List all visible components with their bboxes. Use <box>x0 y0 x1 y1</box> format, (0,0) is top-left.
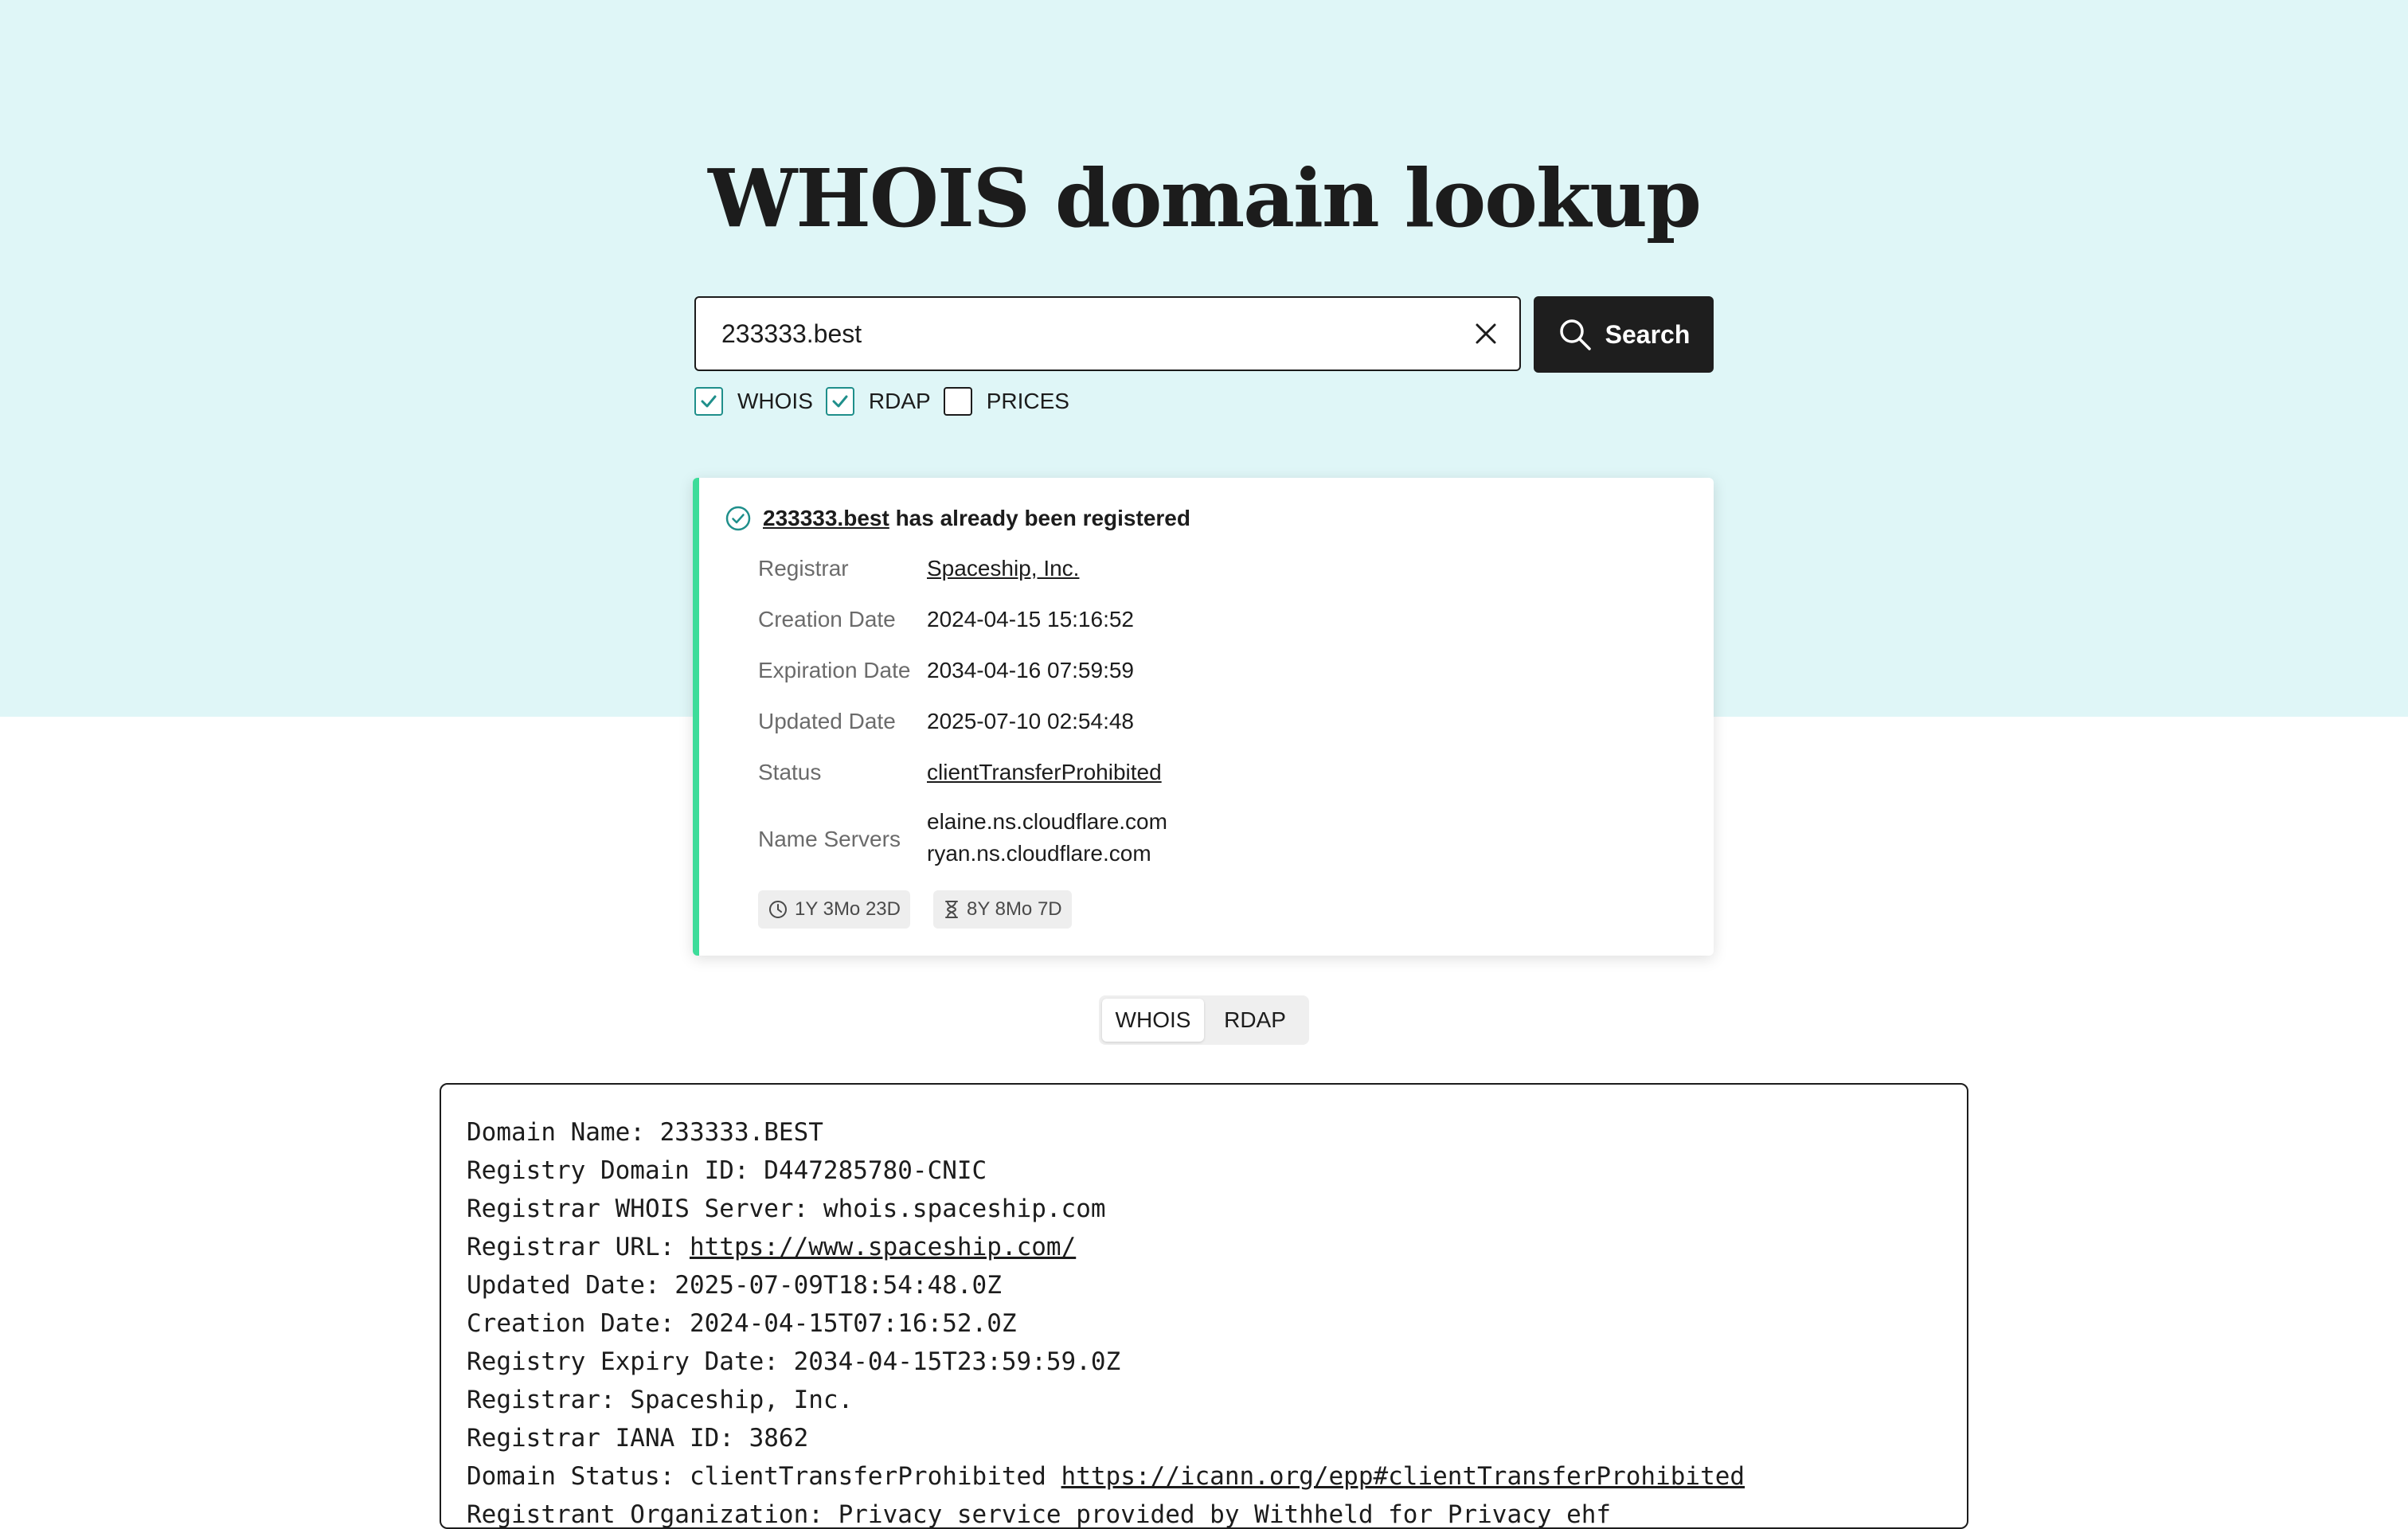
raw-line-text: Domain Name: 233333.BEST <box>467 1118 823 1147</box>
check-circle-icon <box>725 505 752 532</box>
search-button[interactable]: Search <box>1534 296 1714 373</box>
domain-link[interactable]: 233333.best <box>763 506 889 531</box>
hourglass-icon <box>945 901 958 918</box>
option-prices[interactable]: PRICES <box>943 387 1069 416</box>
raw-line-text: Registry Domain ID: D447285780-CNIC <box>467 1156 987 1185</box>
prices-checkbox[interactable] <box>943 387 972 416</box>
row-label: Status <box>758 760 822 784</box>
raw-line-link[interactable]: https://www.spaceship.com/ <box>690 1233 1076 1261</box>
row-label: Name Servers <box>758 827 901 851</box>
raw-line-text: Updated Date: 2025-07-09T18:54:48.0Z <box>467 1271 1002 1300</box>
clock-icon <box>769 901 787 918</box>
raw-line-text: Registrar URL: <box>467 1233 690 1261</box>
raw-line-text: Registrar IANA ID: 3862 <box>467 1424 809 1453</box>
raw-line-text: Registry Expiry Date: 2034-04-15T23:59:5… <box>467 1347 1121 1376</box>
option-whois[interactable]: WHOIS <box>694 387 813 416</box>
raw-whois-output: Domain Name: 233333.BEST Registry Domain … <box>440 1083 1968 1529</box>
name-server-value: elaine.ns.cloudflare.com <box>927 809 1167 834</box>
raw-line: Registrar IANA ID: 3862 <box>467 1419 1745 1457</box>
row-value: 2024-04-15 15:16:52 <box>927 607 1134 632</box>
badge-text: 8Y 8Mo 7D <box>967 898 1062 920</box>
raw-lines: Domain Name: 233333.BEST Registry Domain … <box>467 1113 1745 1529</box>
raw-line: Domain Status: clientTransferProhibited … <box>467 1457 1745 1496</box>
row-value: 2025-07-10 02:54:48 <box>927 709 1134 733</box>
whois-checkbox[interactable] <box>694 387 723 416</box>
result-message: has already been registered <box>895 506 1190 530</box>
tab-whois[interactable]: WHOIS <box>1102 999 1204 1042</box>
row-label: Registrar <box>758 556 849 581</box>
option-label: WHOIS <box>737 389 813 413</box>
result-card: 233333.best has already been registered … <box>693 478 1714 956</box>
raw-line-text: Registrant Organization: Privacy service… <box>467 1500 1612 1529</box>
row-label: Updated Date <box>758 709 896 733</box>
raw-line: Registry Domain ID: D447285780-CNIC <box>467 1152 1745 1190</box>
clear-button[interactable] <box>1468 316 1503 351</box>
view-tabs: WHOIS RDAP <box>1099 995 1309 1045</box>
raw-line-text: Creation Date: 2024-04-15T07:16:52.0Z <box>467 1309 1017 1338</box>
raw-line: Registrar: Spaceship, Inc. <box>467 1381 1745 1419</box>
option-label: PRICES <box>986 389 1069 413</box>
tab-rdap[interactable]: RDAP <box>1204 999 1306 1042</box>
close-icon <box>1476 323 1496 344</box>
raw-line: Registrar URL: https://www.spaceship.com… <box>467 1228 1745 1266</box>
raw-line-link[interactable]: https://icann.org/epp#clientTransferProh… <box>1061 1462 1745 1491</box>
option-rdap[interactable]: RDAP <box>825 387 931 416</box>
raw-line: Registry Expiry Date: 2034-04-15T23:59:5… <box>467 1343 1745 1381</box>
raw-line-text: Registrar WHOIS Server: whois.spaceship.… <box>467 1195 1106 1223</box>
raw-line: Registrar WHOIS Server: whois.spaceship.… <box>467 1190 1745 1228</box>
search-button-label: Search <box>1605 319 1691 349</box>
badge-text: 1Y 3Mo 23D <box>795 898 901 920</box>
page-title: WHOIS domain lookup <box>708 151 1702 245</box>
raw-line-text: Registrar: Spaceship, Inc. <box>467 1386 854 1414</box>
search-input[interactable] <box>721 298 1438 370</box>
row-label: Creation Date <box>758 607 896 632</box>
search-box <box>694 296 1521 371</box>
status-link[interactable]: clientTransferProhibited <box>927 760 1162 785</box>
raw-line-text: Domain Status: clientTransferProhibited <box>467 1462 1061 1491</box>
checkmark-icon <box>701 395 717 408</box>
row-label: Expiration Date <box>758 658 911 682</box>
raw-line: Updated Date: 2025-07-09T18:54:48.0Z <box>467 1266 1745 1304</box>
search-icon <box>1559 319 1591 350</box>
time-to-expiry-badge: 8Y 8Mo 7D <box>933 890 1072 929</box>
checkmark-icon <box>832 395 848 408</box>
name-server-value: ryan.ns.cloudflare.com <box>927 841 1151 866</box>
raw-line: Domain Name: 233333.BEST <box>467 1113 1745 1152</box>
raw-line: Creation Date: 2024-04-15T07:16:52.0Z <box>467 1304 1745 1343</box>
option-label: RDAP <box>868 389 931 413</box>
rdap-checkbox[interactable] <box>825 387 854 416</box>
registrar-link[interactable]: Spaceship, Inc. <box>927 556 1079 581</box>
result-headline: 233333.best has already been registered <box>725 505 1190 532</box>
registered-age-badge: 1Y 3Mo 23D <box>758 890 910 929</box>
lookup-options: WHOIS RDAP PRICES <box>694 385 1082 417</box>
row-value: 2034-04-16 07:59:59 <box>927 658 1134 682</box>
raw-line: Registrant Organization: Privacy service… <box>467 1496 1745 1529</box>
